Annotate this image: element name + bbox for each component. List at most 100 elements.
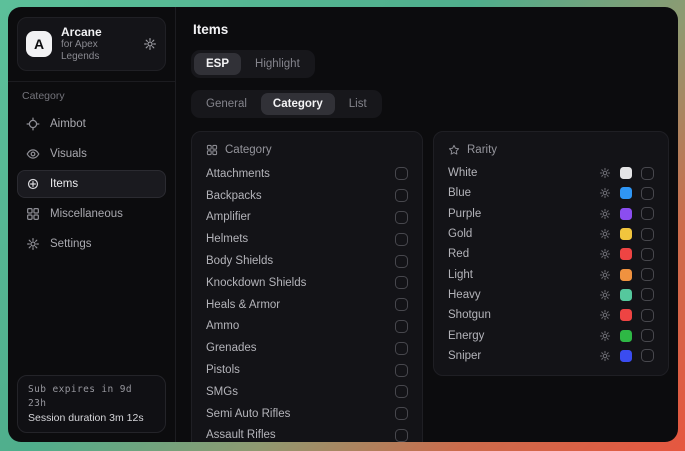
category-panel: Category Attachments Backpacks Amplifier… <box>191 131 423 442</box>
gear-icon[interactable] <box>599 330 611 342</box>
category-row-knockdown-shields: Knockdown Shields <box>206 272 408 294</box>
view-tabs: GeneralCategoryList <box>191 90 382 118</box>
checkbox-smgs[interactable] <box>395 385 408 398</box>
gear-icon[interactable] <box>599 289 611 301</box>
rarity-color-swatch-heavy[interactable] <box>620 289 632 301</box>
eye-icon <box>26 147 40 161</box>
arcane-logo: A <box>26 31 52 57</box>
page-title: Items <box>193 22 678 37</box>
checkbox-shotgun[interactable] <box>641 309 654 322</box>
rarity-row-energy: Energy <box>448 325 654 345</box>
sidebar-section-label: Category <box>22 90 161 102</box>
checkbox-helmets[interactable] <box>395 233 408 246</box>
gear-icon[interactable] <box>599 309 611 321</box>
checkbox-assault-rifles[interactable] <box>395 429 408 442</box>
gear-icon[interactable] <box>599 167 611 179</box>
sidebar-nav: Aimbot Visuals Items Miscellaneous Setti… <box>17 110 166 258</box>
category-row-body-shields: Body Shields <box>206 250 408 272</box>
rarity-color-swatch-gold[interactable] <box>620 228 632 240</box>
checkbox-white[interactable] <box>641 167 654 180</box>
session-duration: Session duration 3m 12s <box>28 411 155 425</box>
rarity-row-shotgun: Shotgun <box>448 305 654 325</box>
rarity-color-swatch-shotgun[interactable] <box>620 309 632 321</box>
tab-esp[interactable]: ESP <box>194 53 241 75</box>
gear-icon <box>26 237 40 251</box>
esp-highlight-toggle: ESPHighlight <box>191 50 315 78</box>
checkbox-knockdown-shields[interactable] <box>395 276 408 289</box>
sidebar-item-miscellaneous[interactable]: Miscellaneous <box>17 200 166 228</box>
checkbox-blue[interactable] <box>641 187 654 200</box>
gear-icon[interactable] <box>599 248 611 260</box>
arcane-app-window: A Arcane for Apex Legends Category Aimbo… <box>8 7 678 442</box>
crosshair-icon <box>26 117 40 131</box>
rarity-row-heavy: Heavy <box>448 285 654 305</box>
rarity-color-swatch-energy[interactable] <box>620 330 632 342</box>
gear-icon[interactable] <box>599 228 611 240</box>
checkbox-red[interactable] <box>641 248 654 261</box>
grid-icon <box>26 207 40 221</box>
checkbox-grenades[interactable] <box>395 342 408 355</box>
checkbox-heals-armor[interactable] <box>395 298 408 311</box>
rarity-color-swatch-white[interactable] <box>620 167 632 179</box>
checkbox-backpacks[interactable] <box>395 189 408 202</box>
category-row-attachments: Attachments <box>206 163 408 185</box>
checkbox-light[interactable] <box>641 268 654 281</box>
tab-category[interactable]: Category <box>261 93 335 115</box>
rarity-row-white: White <box>448 163 654 183</box>
checkbox-sniper[interactable] <box>641 349 654 362</box>
star-icon <box>448 144 460 156</box>
sidebar-item-settings[interactable]: Settings <box>17 230 166 258</box>
rarity-color-swatch-light[interactable] <box>620 269 632 281</box>
sidebar-divider <box>8 81 175 82</box>
checkbox-ammo[interactable] <box>395 320 408 333</box>
rarity-row-purple: Purple <box>448 204 654 224</box>
tab-list[interactable]: List <box>337 93 379 115</box>
sidebar: A Arcane for Apex Legends Category Aimbo… <box>8 7 176 442</box>
category-row-ammo: Ammo <box>206 316 408 338</box>
main-content: Items ESPHighlight GeneralCategoryList C… <box>176 7 678 442</box>
checkbox-gold[interactable] <box>641 228 654 241</box>
rarity-panel-title: Rarity <box>467 144 497 156</box>
sidebar-item-items[interactable]: Items <box>17 170 166 198</box>
rarity-row-light: Light <box>448 264 654 284</box>
checkbox-energy[interactable] <box>641 329 654 342</box>
gear-icon[interactable] <box>599 208 611 220</box>
loot-circle-icon <box>26 177 40 191</box>
checkbox-pistols[interactable] <box>395 364 408 377</box>
rarity-color-swatch-blue[interactable] <box>620 187 632 199</box>
brand-subtitle: for Apex Legends <box>61 39 134 63</box>
category-row-semi-auto-rifles: Semi Auto Rifles <box>206 403 408 425</box>
checkbox-purple[interactable] <box>641 207 654 220</box>
category-row-pistols: Pistols <box>206 359 408 381</box>
category-row-grenades: Grenades <box>206 337 408 359</box>
gear-icon[interactable] <box>599 269 611 281</box>
category-row-assault-rifles: Assault Rifles <box>206 425 408 442</box>
grid-icon <box>206 144 218 156</box>
rarity-row-sniper: Sniper <box>448 346 654 366</box>
category-row-amplifier: Amplifier <box>206 207 408 229</box>
checkbox-heavy[interactable] <box>641 288 654 301</box>
gear-icon[interactable] <box>599 350 611 362</box>
tab-highlight[interactable]: Highlight <box>243 53 312 75</box>
category-panel-title: Category <box>225 144 272 156</box>
rarity-list: White Blue Purple Gold Red <box>448 163 654 366</box>
checkbox-amplifier[interactable] <box>395 211 408 224</box>
rarity-color-swatch-red[interactable] <box>620 248 632 260</box>
rarity-row-gold: Gold <box>448 224 654 244</box>
rarity-row-blue: Blue <box>448 183 654 203</box>
rarity-color-swatch-purple[interactable] <box>620 208 632 220</box>
tab-general[interactable]: General <box>194 93 259 115</box>
checkbox-semi-auto-rifles[interactable] <box>395 407 408 420</box>
subscription-expiry: Sub expires in 9d 23h <box>28 383 155 411</box>
gear-icon[interactable] <box>599 187 611 199</box>
subscription-info-card: Sub expires in 9d 23h Session duration 3… <box>17 375 166 433</box>
rarity-panel: Rarity White Blue Purple Gold <box>433 131 669 376</box>
sidebar-item-aimbot[interactable]: Aimbot <box>17 110 166 138</box>
checkbox-attachments[interactable] <box>395 167 408 180</box>
gear-icon[interactable] <box>143 37 157 51</box>
brand-name: Arcane <box>61 25 134 39</box>
checkbox-body-shields[interactable] <box>395 255 408 268</box>
category-row-helmets: Helmets <box>206 228 408 250</box>
rarity-color-swatch-sniper[interactable] <box>620 350 632 362</box>
sidebar-item-visuals[interactable]: Visuals <box>17 140 166 168</box>
